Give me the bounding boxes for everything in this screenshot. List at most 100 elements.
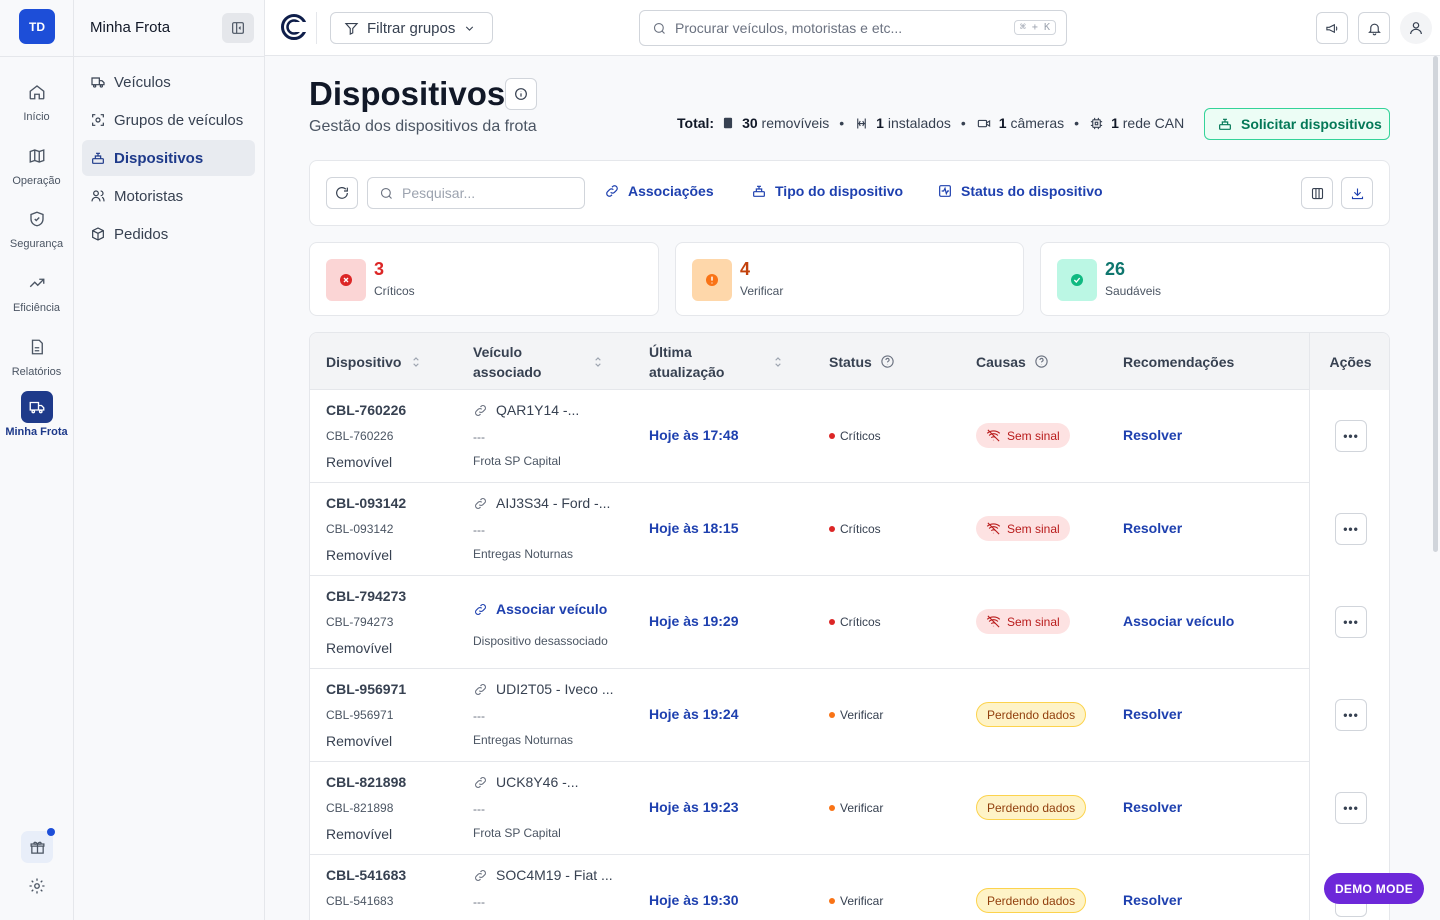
more-actions-button[interactable]: •••	[1335, 513, 1367, 545]
table-row[interactable]: CBL-956971 CBL-956971 Removível UDI2T05 …	[310, 669, 1389, 762]
last-update[interactable]: Hoje às 17:48	[649, 427, 739, 443]
top-bar: Filtrar grupos Procurar veículos, motori…	[265, 0, 1440, 56]
page-scrollbar[interactable]	[1433, 56, 1438, 552]
info-button[interactable]	[505, 78, 537, 110]
table-search-input[interactable]: Pesquisar...	[367, 177, 585, 209]
critical-count: 3	[374, 259, 385, 279]
export-button[interactable]	[1341, 177, 1373, 209]
filter-groups-button[interactable]: Filtrar grupos	[330, 12, 493, 44]
columns-button[interactable]	[1301, 177, 1333, 209]
link-icon	[475, 404, 486, 416]
column-header-vehicle[interactable]: Veículo associado	[473, 333, 605, 390]
gift-button[interactable]	[21, 828, 55, 863]
map-icon	[21, 140, 53, 172]
settings-button[interactable]	[21, 870, 53, 902]
global-search-input[interactable]: Procurar veículos, motoristas e etc... ⌘…	[639, 10, 1067, 46]
brand-logo-icon[interactable]	[281, 14, 307, 40]
table-row[interactable]: CBL-093142 CBL-093142 Removível AIJ3S34 …	[310, 483, 1389, 576]
vehicle-link[interactable]: SOC4M19 - Fiat ...	[473, 867, 613, 883]
device-id: CBL-821898	[326, 774, 407, 790]
last-update[interactable]: Hoje às 19:30	[649, 892, 739, 908]
request-devices-button[interactable]: Solicitar dispositivos	[1204, 108, 1390, 140]
table-row[interactable]: CBL-541683 CBL-541683 SOC4M19 - Fiat ...…	[310, 855, 1389, 920]
column-header-last-update[interactable]: Última atualização	[649, 333, 785, 390]
vehicle-link[interactable]: UCK8Y46 -...	[473, 774, 578, 790]
megaphone-icon	[1325, 23, 1337, 33]
help-icon[interactable]	[1034, 354, 1049, 369]
header-label: Veículo	[473, 343, 523, 360]
user-menu-button[interactable]	[1400, 12, 1432, 44]
recommendation-link[interactable]: Resolver	[1123, 892, 1182, 908]
recommendation-link[interactable]: Resolver	[1123, 427, 1182, 443]
account-avatar[interactable]: TD	[19, 9, 55, 44]
vehicle-link[interactable]: QAR1Y14 -...	[473, 402, 579, 418]
announcements-button[interactable]	[1316, 12, 1348, 44]
last-update[interactable]: Hoje às 19:23	[649, 799, 739, 815]
status-icon	[939, 185, 951, 197]
sidebar-item-veiculos[interactable]: Veículos	[82, 64, 255, 100]
separator-dot: •	[960, 115, 966, 131]
recommendation-link[interactable]: Associar veículo	[1123, 613, 1234, 629]
collapse-sidebar-button[interactable]	[222, 13, 254, 43]
vehicle-group: Entregas Noturnas	[473, 547, 574, 561]
sidebar-item-motoristas[interactable]: Motoristas	[82, 178, 255, 214]
rail-item-eficiencia[interactable]: Eficiência	[0, 267, 73, 323]
notifications-button[interactable]	[1358, 12, 1390, 44]
link-icon	[475, 776, 486, 788]
removable-label: removíveis	[761, 115, 830, 131]
more-actions-button[interactable]: •••	[1335, 606, 1367, 638]
associate-vehicle-link[interactable]: Associar veículo	[473, 601, 607, 617]
sidebar-item-grupos[interactable]: Grupos de veículos	[82, 102, 255, 138]
help-icon[interactable]	[880, 354, 895, 369]
info-icon	[515, 88, 527, 100]
demo-mode-badge[interactable]: DEMO MODE	[1324, 873, 1424, 904]
page-title: Dispositivos	[309, 75, 506, 112]
actions-cell: •••	[1309, 762, 1389, 855]
columns-icon	[1311, 187, 1323, 199]
refresh-button[interactable]	[326, 177, 358, 209]
vehicle-link[interactable]: UDI2T05 - Iveco ...	[473, 681, 613, 697]
recommendation-link[interactable]: Resolver	[1123, 799, 1182, 815]
installed-device-icon	[857, 118, 866, 128]
no-signal-icon	[986, 615, 1001, 628]
vehicle-name: UDI2T05 - Iveco ...	[496, 681, 614, 697]
app-rail: TD Início Operação Segurança Eficiência …	[0, 0, 74, 920]
device-serial: CBL-093142	[326, 522, 394, 536]
device-type-filter[interactable]: Tipo do dispositivo	[751, 183, 903, 199]
table-row[interactable]: CBL-821898 CBL-821898 Removível UCK8Y46 …	[310, 762, 1389, 855]
device-status-filter[interactable]: Status do dispositivo	[937, 183, 1103, 199]
stat-card-verificar[interactable]: 4 Verificar	[675, 242, 1024, 316]
notification-dot	[47, 828, 55, 836]
cause-badge: Sem sinal	[976, 609, 1070, 634]
sidebar-divider	[74, 56, 264, 57]
device-icon	[753, 185, 765, 197]
table-toolbar: Pesquisar... Associações Tipo do disposi…	[309, 160, 1390, 226]
vehicle-link[interactable]: AIJ3S34 - Ford -...	[473, 495, 610, 511]
rail-item-minha-frota[interactable]: Minha Frota	[0, 391, 73, 447]
more-actions-button[interactable]: •••	[1335, 420, 1367, 452]
recommendation-link[interactable]: Resolver	[1123, 520, 1182, 536]
rail-item-operacao[interactable]: Operação	[0, 140, 73, 196]
more-actions-button[interactable]: •••	[1335, 699, 1367, 731]
recommendation-link[interactable]: Resolver	[1123, 706, 1182, 722]
column-header-device[interactable]: Dispositivo	[326, 333, 423, 390]
status-dot	[829, 433, 835, 439]
last-update[interactable]: Hoje às 19:24	[649, 706, 739, 722]
gift-icon	[29, 841, 45, 854]
table-row[interactable]: CBL-794273 CBL-794273 Removível Associar…	[310, 576, 1389, 669]
last-update[interactable]: Hoje às 19:29	[649, 613, 739, 629]
vehicle-driver: ---	[473, 523, 485, 537]
last-update[interactable]: Hoje às 18:15	[649, 520, 739, 536]
table-row[interactable]: CBL-760226 CBL-760226 Removível QAR1Y14 …	[310, 390, 1389, 483]
sidebar-item-dispositivos[interactable]: Dispositivos	[82, 140, 255, 176]
device-id: CBL-760226	[326, 402, 407, 418]
associations-filter[interactable]: Associações	[604, 183, 714, 199]
rail-item-relatorios[interactable]: Relatórios	[0, 331, 73, 387]
rail-item-inicio[interactable]: Início	[0, 76, 73, 132]
actions-cell: •••	[1309, 483, 1389, 576]
stat-card-criticos[interactable]: 3 Críticos	[309, 242, 659, 316]
stat-card-saudaveis[interactable]: 26 Saudáveis	[1040, 242, 1390, 316]
more-actions-button[interactable]: •••	[1335, 792, 1367, 824]
rail-item-seguranca[interactable]: Segurança	[0, 203, 73, 259]
sidebar-item-pedidos[interactable]: Pedidos	[82, 216, 255, 252]
